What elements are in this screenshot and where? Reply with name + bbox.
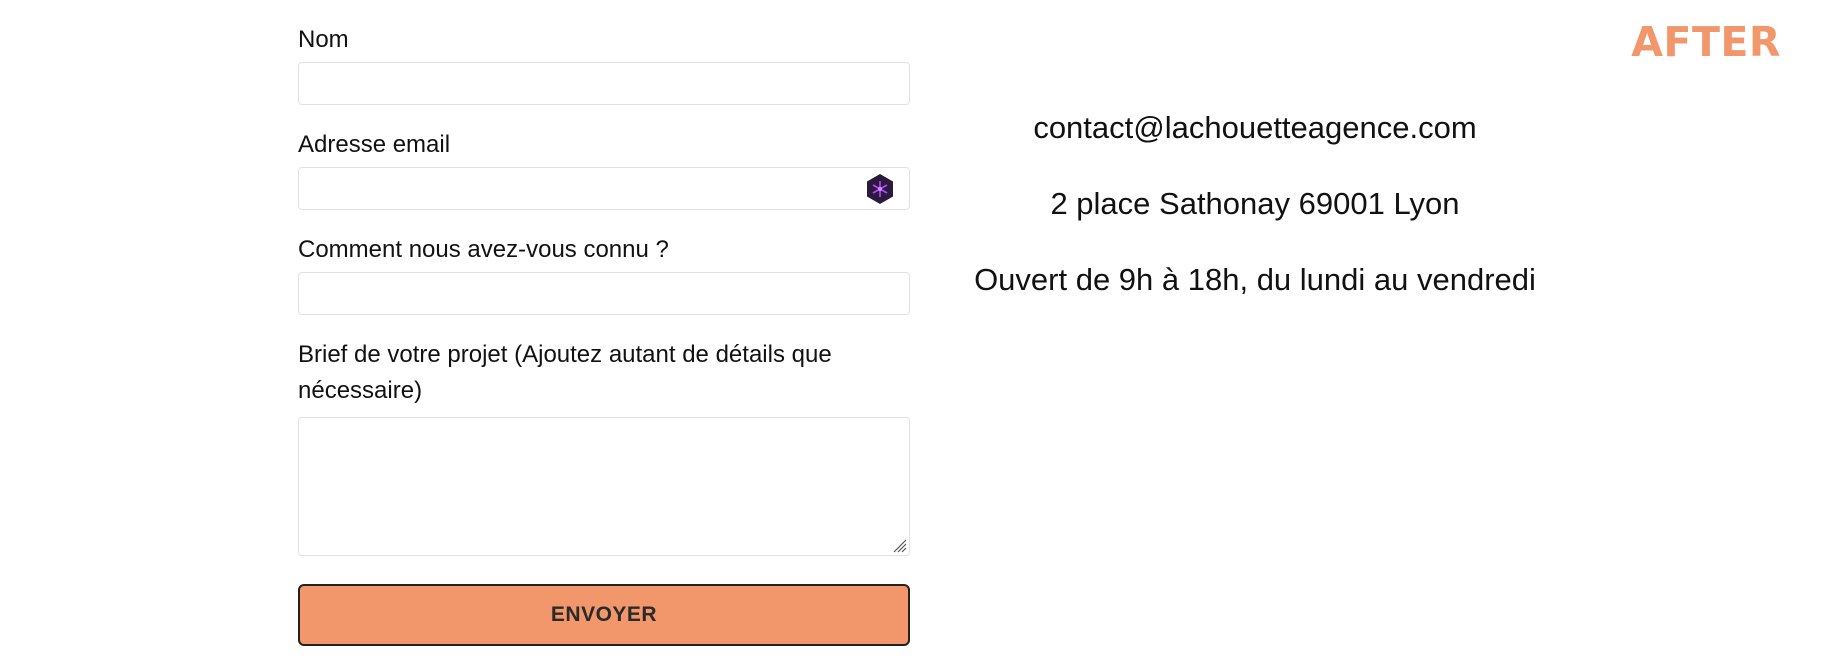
- brief-field-wrap: [298, 417, 910, 556]
- hexagon-sparkle-icon[interactable]: [864, 173, 896, 205]
- source-label: Comment nous avez-vous connu ?: [298, 236, 669, 263]
- contact-info: contact@lachouetteagence.com 2 place Sat…: [960, 110, 1550, 338]
- name-label: Nom: [298, 26, 349, 53]
- after-tag: AFTER: [1631, 18, 1781, 66]
- brief-label-line1: Brief de votre projet (Ajoutez autant de…: [298, 341, 832, 368]
- email-label: Adresse email: [298, 131, 451, 158]
- name-input[interactable]: [298, 62, 910, 105]
- contact-form: Nom Adresse email Comment nous avez-vous…: [298, 22, 910, 646]
- source-input[interactable]: [298, 272, 910, 315]
- brief-textarea[interactable]: [298, 417, 910, 556]
- contact-email: contact@lachouetteagence.com: [1033, 110, 1477, 145]
- contact-address: 2 place Sathonay 69001 Lyon: [1050, 186, 1460, 221]
- email-field-wrap: [298, 167, 910, 210]
- resize-grip-icon[interactable]: [890, 536, 908, 554]
- brief-label-line2: nécessaire): [298, 377, 423, 404]
- email-input[interactable]: [298, 167, 910, 210]
- opening-hours: Ouvert de 9h à 18h, du lundi au vendredi: [974, 262, 1536, 297]
- name-field-wrap: [298, 62, 910, 105]
- source-field-wrap: [298, 272, 910, 315]
- send-button[interactable]: ENVOYER: [298, 584, 910, 646]
- brief-label: Brief de votre projet (Ajoutez autant de…: [298, 337, 910, 409]
- contact-page: AFTER Nom Adresse email Comment nous ave…: [0, 0, 1841, 662]
